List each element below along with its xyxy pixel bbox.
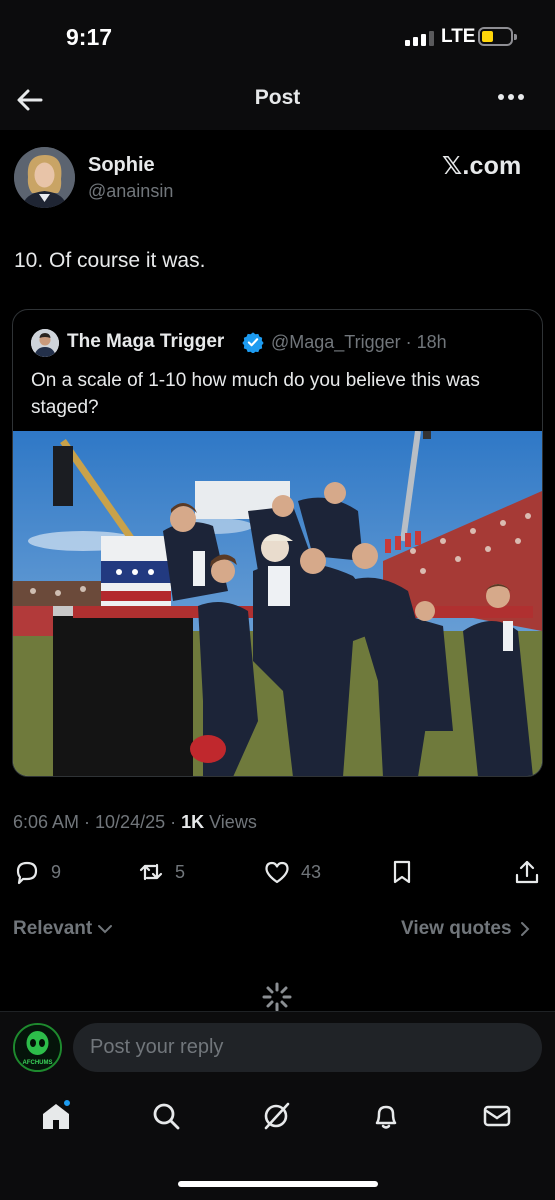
- reply-count: 9: [51, 861, 62, 882]
- grok-icon: [264, 1102, 290, 1130]
- nav-grok[interactable]: [260, 1100, 296, 1136]
- quoted-post-photo[interactable]: [13, 431, 542, 777]
- page-title: Post: [254, 86, 301, 109]
- bookmark-icon: [393, 860, 411, 884]
- like-count: 43: [301, 861, 322, 882]
- home-indicator: [178, 1181, 378, 1187]
- quoted-post-text: On a scale of 1-10 how much do you belie…: [31, 370, 480, 418]
- mail-icon: [483, 1105, 511, 1127]
- reply-button[interactable]: 9: [13, 858, 61, 886]
- quoted-author-name: The Maga Trigger: [67, 331, 225, 352]
- top-bar: Post: [0, 72, 555, 130]
- status-bar: 9:17 LTE: [0, 0, 555, 72]
- repost-count: 5: [175, 861, 186, 882]
- repost-button[interactable]: 5: [137, 858, 185, 886]
- share-icon: [515, 860, 539, 884]
- status-time: 9:17: [66, 24, 113, 50]
- nav-notifications[interactable]: [370, 1100, 406, 1136]
- bookmark-button[interactable]: [389, 858, 417, 886]
- x-logo: 𝕏.com: [442, 152, 522, 180]
- avatar-caption: AFCHUMS: [23, 1060, 53, 1066]
- post-text: 10. Of course it was.: [14, 249, 206, 272]
- post-meta: 6:06 AM · 10/24/25 · 1K Views: [13, 812, 257, 833]
- post-timestamp: 6:06 AM · 10/24/25 ·: [13, 812, 182, 832]
- signal-strength-icon: [405, 30, 434, 46]
- like-icon: [265, 861, 289, 884]
- repost-icon: [139, 863, 163, 881]
- author-handle[interactable]: @anainsin: [88, 181, 173, 202]
- more-icon[interactable]: [498, 94, 524, 100]
- verified-icon: [242, 332, 264, 353]
- views-label: Views: [204, 812, 257, 832]
- quoted-author-avatar: [31, 329, 59, 357]
- bottom-nav: [0, 1081, 555, 1200]
- nav-home[interactable]: [40, 1098, 76, 1136]
- chevron-down-icon: [98, 925, 113, 934]
- bell-icon: [375, 1105, 397, 1129]
- reply-input[interactable]: [73, 1023, 542, 1072]
- author-name[interactable]: Sophie: [88, 154, 155, 177]
- battery-icon: [478, 27, 517, 46]
- sort-replies-label: Relevant: [13, 918, 93, 939]
- quoted-post[interactable]: The Maga Trigger @Maga_Trigger · 18h On …: [12, 309, 543, 777]
- network-type: LTE: [441, 26, 476, 47]
- nav-messages[interactable]: [481, 1100, 517, 1136]
- view-quotes-link[interactable]: View quotes: [401, 918, 532, 940]
- chevron-right-icon: [520, 922, 529, 936]
- quoted-handle-time: @Maga_Trigger · 18h: [271, 332, 447, 352]
- sort-replies-dropdown[interactable]: Relevant: [13, 918, 114, 940]
- my-avatar[interactable]: AFCHUMS: [13, 1023, 62, 1072]
- search-icon: [153, 1103, 180, 1130]
- loading-spinner-icon: [262, 982, 292, 1012]
- home-notification-dot: [62, 1098, 72, 1108]
- nav-search[interactable]: [150, 1100, 186, 1136]
- view-quotes-label: View quotes: [401, 918, 512, 939]
- reply-composer: AFCHUMS: [0, 1011, 555, 1081]
- share-button[interactable]: [513, 858, 541, 886]
- author-avatar[interactable]: [14, 147, 75, 208]
- like-button[interactable]: 43: [263, 858, 321, 886]
- views-count: 1K: [181, 812, 205, 832]
- reply-icon: [16, 861, 38, 885]
